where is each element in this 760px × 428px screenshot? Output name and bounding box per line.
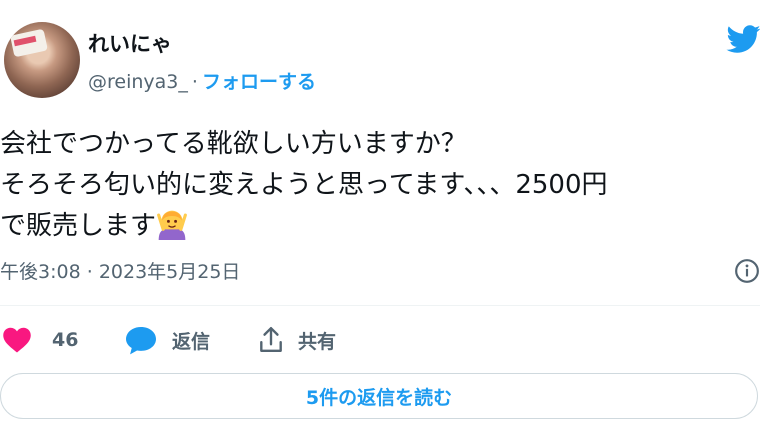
tweet-timestamp[interactable]: 午後3:08 · 2023年5月25日 [0, 258, 240, 286]
reply-bubble-icon [126, 327, 156, 355]
tweet-time: 午後3:08 [0, 261, 81, 283]
info-icon[interactable] [734, 258, 760, 284]
follow-button[interactable]: フォローする [202, 71, 316, 93]
like-button[interactable]: 46 [2, 323, 78, 357]
tweet-text: 会社でつかってる靴欲しい方いますか？ そろそろ匂い的に変えようと思ってます、、、… [0, 124, 760, 247]
share-button[interactable]: 共有 [258, 323, 336, 357]
action-bar: 46 返信 共有 [0, 323, 760, 357]
person-gesturing-ok-emoji [157, 210, 187, 240]
divider [0, 305, 760, 306]
read-replies-button[interactable]: 5件の返信を読む [0, 373, 758, 419]
twitter-bird-icon[interactable] [724, 22, 760, 56]
tweet-date: 2023年5月25日 [98, 261, 241, 283]
share-label: 共有 [298, 330, 337, 353]
reply-button[interactable]: 返信 [124, 323, 210, 357]
author-handle-row: @reinya3_ · フォローする [88, 68, 316, 96]
tweet-card: れいにゃ @reinya3_ · フォローする 会社でつかってる靴欲しい方いますか？… [0, 0, 760, 428]
tweet-line-2: そろそろ匂い的に変えようと思ってます、、、2500円 [0, 170, 608, 200]
avatar[interactable] [4, 22, 80, 98]
like-count: 46 [52, 329, 79, 351]
author-display-name[interactable]: れいにゃ [88, 30, 172, 58]
timestamp-separator: · [86, 261, 93, 283]
author-handle[interactable]: @reinya3_ [88, 71, 188, 93]
heart-icon [3, 327, 31, 353]
tweet-line-3: で販売します [0, 211, 157, 241]
reply-label: 返信 [172, 330, 211, 353]
share-icon [260, 326, 282, 352]
read-replies-label: 5件の返信を読む [305, 386, 453, 409]
tweet-line-1: 会社でつかってる靴欲しい方いますか？ [0, 129, 467, 159]
handle-separator: · [191, 71, 198, 93]
